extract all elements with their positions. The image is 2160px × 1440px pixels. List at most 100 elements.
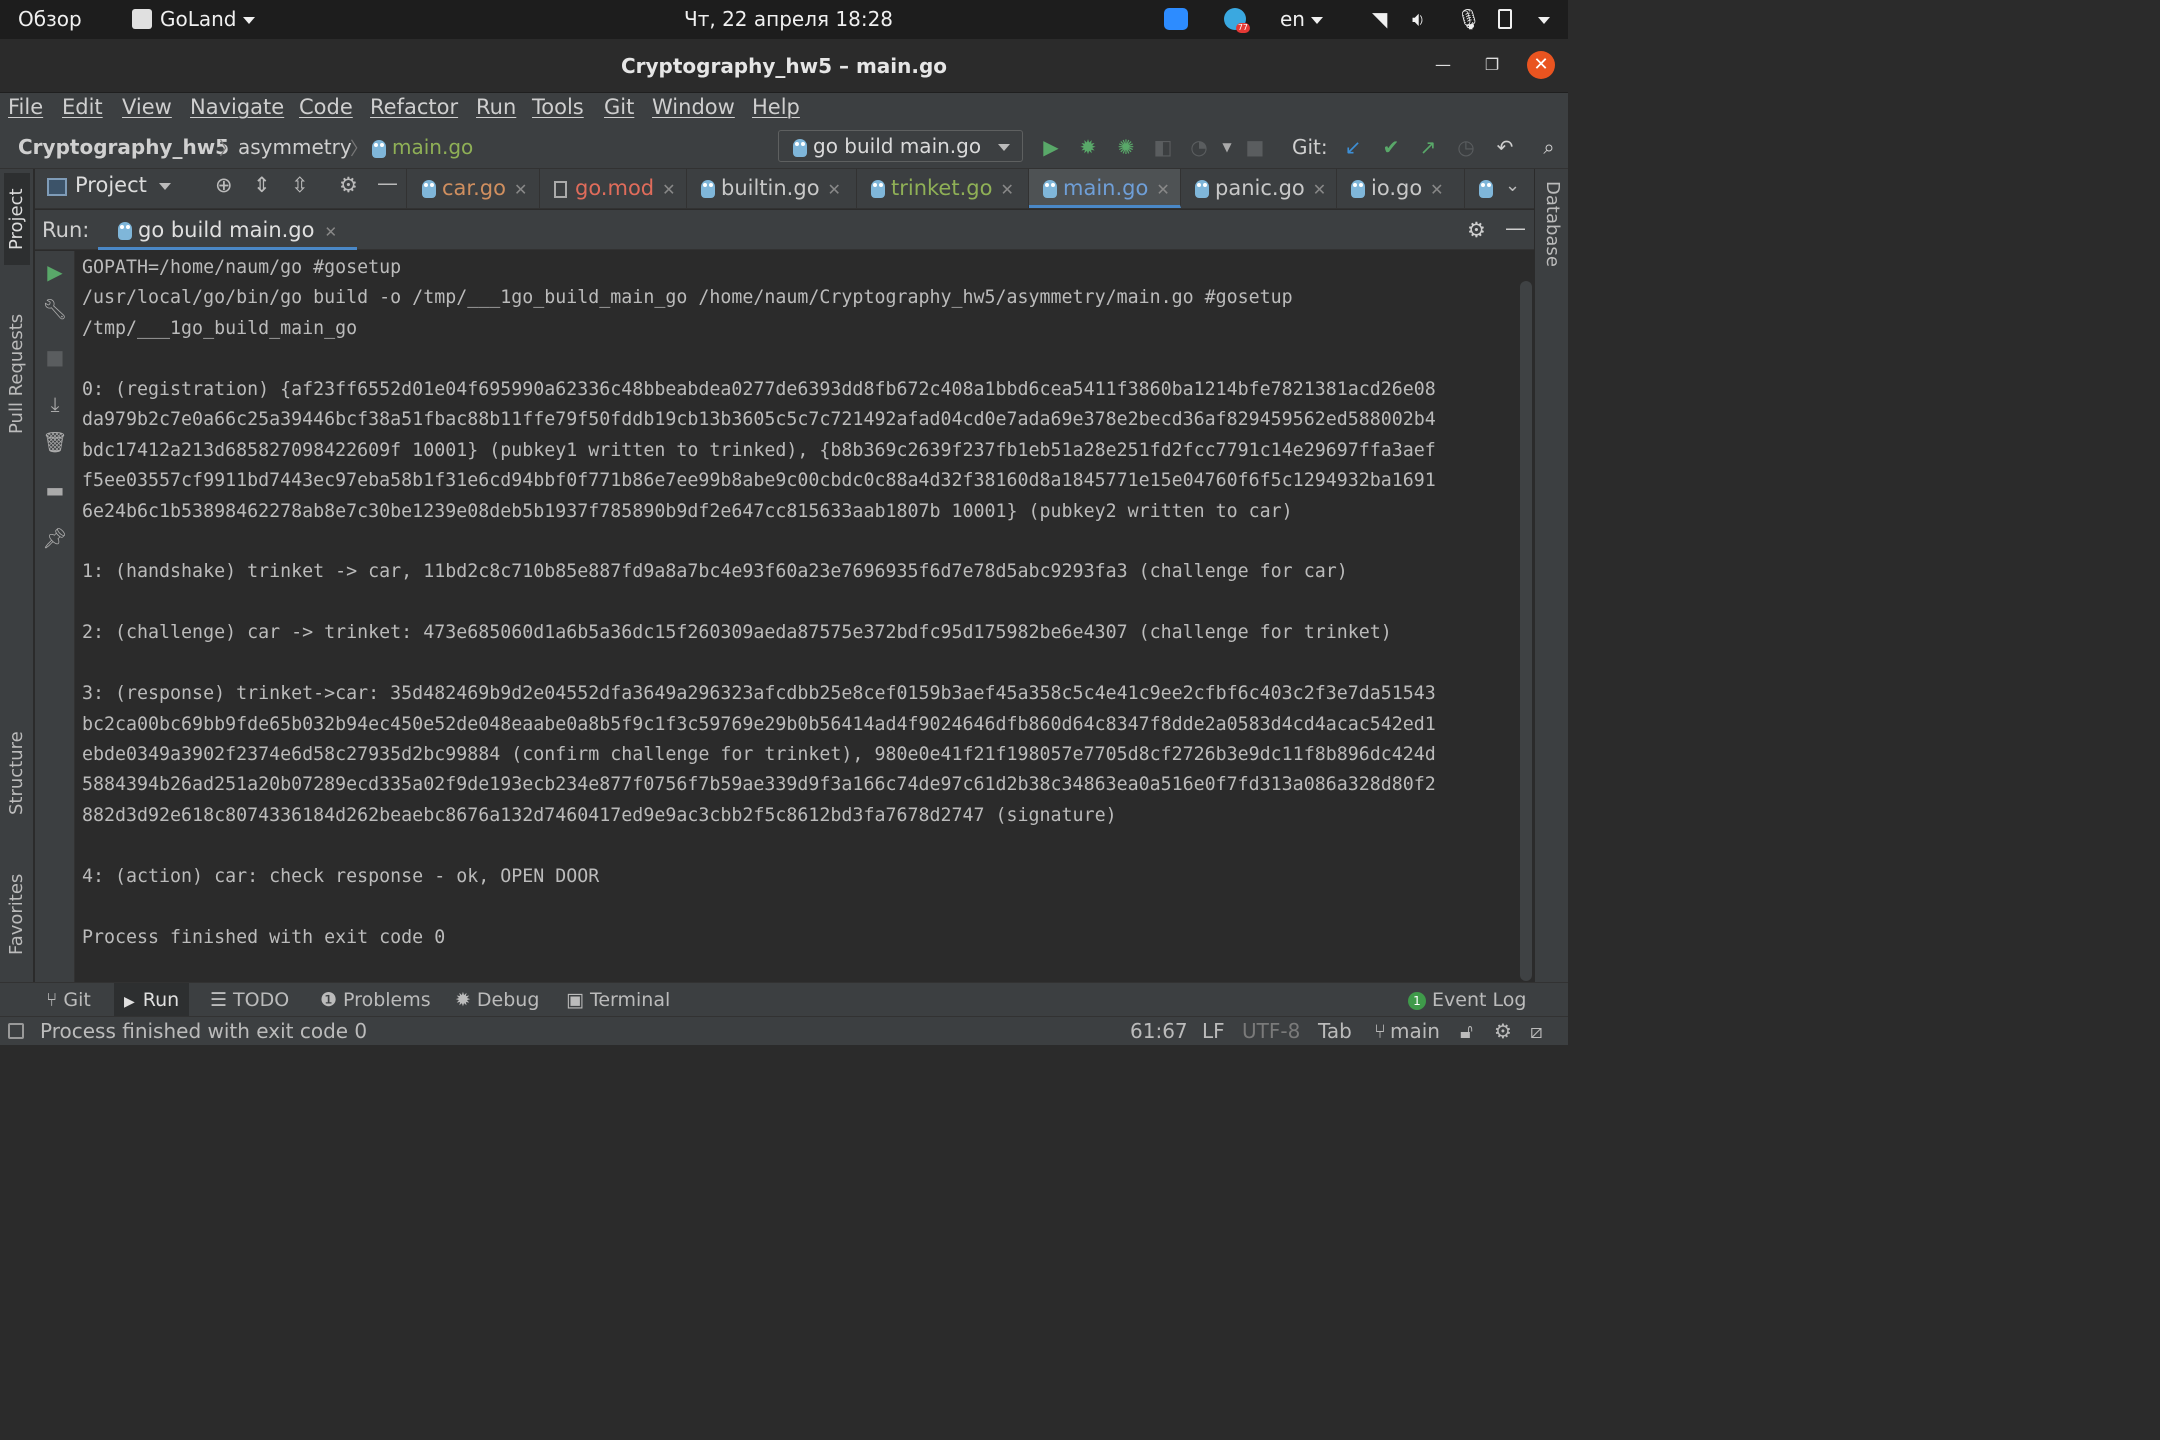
close-tab-icon[interactable]: ✕ — [325, 223, 338, 241]
memory-indicator-icon[interactable]: ⧄ — [1530, 1019, 1543, 1043]
menu-tools[interactable]: Tools — [532, 95, 584, 119]
menu-git[interactable]: Git — [604, 95, 634, 119]
git-push-icon[interactable]: ↗ — [1415, 134, 1441, 160]
close-tab-icon[interactable]: ✕ — [514, 180, 527, 199]
locate-file-icon[interactable]: ⊕ — [215, 173, 233, 197]
tool-button-git[interactable]: ⑂ Git — [46, 989, 91, 1011]
scroll-to-end-icon[interactable]: ⤓ — [42, 391, 68, 417]
indent-setting[interactable]: Tab — [1318, 1019, 1352, 1043]
tool-tab-database[interactable]: Database — [1539, 181, 1565, 291]
console-scrollbar[interactable] — [1520, 281, 1532, 981]
menu-help[interactable]: Help — [752, 95, 800, 119]
wrench-icon[interactable]: 🔧︎ — [42, 296, 68, 322]
keyboard-layout-menu[interactable]: en — [1280, 0, 1323, 39]
close-tab-icon[interactable]: ✕ — [1313, 180, 1326, 199]
tool-button-debug[interactable]: ✹ Debug — [455, 989, 539, 1011]
tool-tab-project[interactable]: Project — [4, 173, 30, 265]
menu-run[interactable]: Run — [476, 95, 516, 119]
tool-tab-favorites[interactable]: Favorites — [4, 859, 30, 969]
tabs-list-chevron-down-icon[interactable]: ⌄ — [1505, 175, 1520, 196]
clock[interactable]: Чт, 22 апреля 18:28 — [684, 0, 893, 39]
tab-builtin-go[interactable]: builtin.go ✕ — [687, 169, 857, 208]
profile-icon[interactable]: ◧ — [1150, 134, 1176, 160]
git-branch-widget[interactable]: ⑂ main — [1374, 1019, 1440, 1043]
trash-icon[interactable]: 🗑︎ — [42, 429, 68, 455]
wifi-icon[interactable]: ◥ — [1372, 0, 1387, 39]
inspection-profile-icon[interactable]: ⚙ — [1494, 1019, 1512, 1043]
tab-io-go[interactable]: io.go ✕ — [1337, 169, 1465, 208]
menu-file[interactable]: File — [8, 95, 43, 119]
toggle-tool-windows-icon[interactable] — [8, 1023, 24, 1039]
collapse-all-icon[interactable]: ⇳ — [291, 173, 309, 197]
debug-icon[interactable]: ✹ — [1075, 134, 1101, 160]
tool-button-problems[interactable]: ❶ Problems — [320, 989, 431, 1011]
breadcrumb-file[interactable]: main.go — [372, 135, 473, 159]
activities-button[interactable]: Обзор — [18, 0, 82, 39]
run-configuration-selector[interactable]: go build main.go — [778, 130, 1023, 162]
hide-panel-icon[interactable]: — — [377, 171, 398, 195]
rerun-icon[interactable]: ▶ — [42, 259, 68, 285]
layout-icon[interactable]: ▬ — [42, 477, 68, 503]
restore-button[interactable]: ❐ — [1478, 51, 1506, 79]
close-tab-icon[interactable]: ✕ — [1000, 180, 1013, 199]
tool-button-terminal[interactable]: ▣ Terminal — [566, 989, 670, 1011]
console-output[interactable]: GOPATH=/home/naum/go #gosetup /usr/local… — [76, 251, 1520, 982]
tab-car-go[interactable]: car.go ✕ — [408, 169, 540, 208]
more-run-actions-icon[interactable]: ◔ — [1186, 134, 1212, 160]
search-icon[interactable]: ⌕ — [1536, 134, 1562, 160]
close-tab-icon[interactable]: ✕ — [1156, 180, 1169, 199]
run-tab[interactable]: go build main.go ✕ — [98, 210, 358, 250]
rollback-icon[interactable]: ↶ — [1492, 134, 1518, 160]
menu-edit[interactable]: Edit — [62, 95, 103, 119]
gear-icon[interactable]: ⚙ — [1467, 218, 1486, 242]
tab-overflow[interactable] — [1465, 169, 1499, 208]
lock-icon[interactable]: 🔓︎ — [1460, 1019, 1473, 1043]
tool-button-todo[interactable]: ☰ TODO — [210, 989, 289, 1011]
breadcrumb-project[interactable]: Cryptography_hw5 — [18, 135, 229, 159]
zoom-tray-icon[interactable] — [1164, 8, 1188, 30]
volume-icon[interactable]: 🔉︎ — [1412, 0, 1425, 39]
stop-icon[interactable]: ■ — [1242, 134, 1268, 160]
tool-tab-structure[interactable]: Structure — [4, 717, 30, 829]
microphone-icon[interactable]: 🎙︎ — [1456, 0, 1481, 39]
menu-navigate[interactable]: Navigate — [190, 95, 284, 119]
stop-icon[interactable]: ■ — [42, 344, 68, 370]
tool-button-event-log[interactable]: 1 Event Log — [1408, 989, 1526, 1011]
menu-refactor[interactable]: Refactor — [370, 95, 458, 119]
menu-window[interactable]: Window — [652, 95, 735, 119]
hide-panel-icon[interactable]: — — [1505, 216, 1526, 240]
minimize-button[interactable]: — — [1429, 51, 1457, 79]
status-message[interactable]: Process finished with exit code 0 — [40, 1019, 367, 1043]
tool-tab-pull-requests[interactable]: Pull Requests — [4, 299, 30, 449]
tab-trinket-go[interactable]: trinket.go ✕ — [857, 169, 1029, 208]
caret-position[interactable]: 61:67 — [1130, 1019, 1188, 1043]
tab-main-go[interactable]: main.go ✕ — [1029, 169, 1181, 208]
gear-icon[interactable]: ⚙ — [339, 173, 358, 197]
git-commit-icon[interactable]: ✔ — [1378, 134, 1404, 160]
breadcrumb-folder[interactable]: asymmetry — [238, 135, 352, 159]
tab-panic-go[interactable]: panic.go ✕ — [1181, 169, 1337, 208]
battery-icon[interactable] — [1498, 9, 1512, 29]
menu-code[interactable]: Code — [299, 95, 353, 119]
git-update-icon[interactable]: ↙ — [1340, 134, 1366, 160]
system-menu-button[interactable] — [1532, 0, 1550, 39]
close-tab-icon[interactable]: ✕ — [1430, 180, 1443, 199]
expand-all-icon[interactable]: ⇕ — [253, 173, 271, 197]
menu-view[interactable]: View — [122, 95, 172, 119]
app-menu-button[interactable]: GoLand — [132, 0, 255, 39]
chevron-down-icon[interactable]: ▼ — [1214, 134, 1240, 160]
pin-icon[interactable]: 📌︎ — [42, 525, 68, 551]
telegram-tray-icon[interactable]: 77 — [1224, 8, 1250, 33]
window-title-bar[interactable]: Cryptography_hw5 – main.go — ❐ ✕ — [0, 39, 1568, 93]
file-encoding[interactable]: UTF-8 — [1242, 1019, 1300, 1043]
close-tab-icon[interactable]: ✕ — [828, 180, 841, 199]
tool-button-run[interactable]: ▶ Run — [114, 983, 190, 1017]
project-view-selector[interactable]: Project — [75, 173, 171, 197]
run-icon[interactable]: ▶ — [1038, 134, 1064, 160]
tab-go-mod[interactable]: go.mod ✕ — [540, 169, 687, 208]
run-with-coverage-icon[interactable]: ✺ — [1113, 134, 1139, 160]
close-tab-icon[interactable]: ✕ — [662, 180, 675, 199]
close-button[interactable]: ✕ — [1527, 51, 1555, 79]
line-separator[interactable]: LF — [1202, 1019, 1225, 1043]
git-history-icon[interactable]: ◷ — [1453, 134, 1479, 160]
